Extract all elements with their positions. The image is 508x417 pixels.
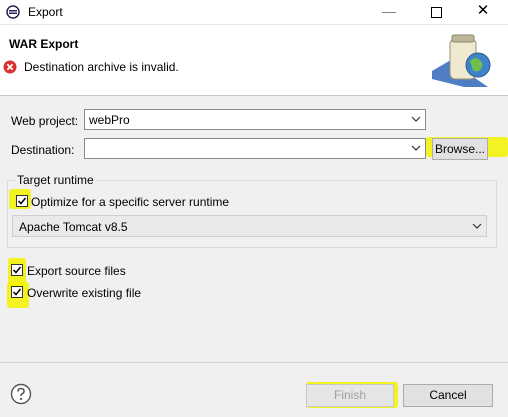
help-icon[interactable] [10, 383, 32, 405]
minimize-icon[interactable]: — [366, 0, 412, 24]
runtime-combo[interactable]: Apache Tomcat v8.5 [12, 215, 487, 237]
web-project-combo[interactable]: webPro [84, 109, 426, 130]
page-title: WAR Export [9, 37, 79, 51]
runtime-value: Apache Tomcat v8.5 [19, 220, 128, 234]
chevron-down-icon [411, 116, 421, 122]
title-bar: Export — ✕ [0, 0, 508, 25]
close-icon[interactable]: ✕ [460, 0, 506, 24]
maximize-icon[interactable] [413, 0, 459, 24]
target-runtime-group [7, 180, 497, 248]
target-runtime-label: Target runtime [15, 173, 96, 187]
cancel-button[interactable]: Cancel [403, 384, 493, 407]
web-project-label: Web project: [11, 114, 79, 128]
chevron-down-icon [411, 145, 421, 151]
check-icon [17, 197, 27, 205]
destination-label: Destination: [11, 143, 75, 157]
export-source-checkbox[interactable] [11, 264, 23, 276]
jar-globe-icon [432, 34, 491, 87]
check-icon [12, 288, 22, 296]
app-icon [6, 5, 20, 19]
overwrite-checkbox[interactable] [11, 286, 23, 298]
destination-combo[interactable] [84, 138, 426, 159]
wizard-header: WAR Export Destination archive is invali… [0, 25, 508, 96]
footer-separator [0, 362, 508, 363]
web-project-value: webPro [89, 113, 130, 127]
chevron-down-icon [472, 223, 482, 229]
check-icon [12, 266, 22, 274]
overwrite-label: Overwrite existing file [27, 286, 142, 300]
window-title: Export [28, 5, 63, 19]
export-source-label: Export source files [27, 264, 126, 278]
finish-button[interactable]: Finish [306, 384, 394, 407]
optimize-label: Optimize for a specific server runtime [31, 195, 230, 209]
optimize-checkbox[interactable] [16, 195, 28, 207]
error-message: Destination archive is invalid. [24, 60, 179, 74]
browse-button[interactable]: Browse... [432, 138, 488, 160]
error-icon [3, 60, 17, 74]
